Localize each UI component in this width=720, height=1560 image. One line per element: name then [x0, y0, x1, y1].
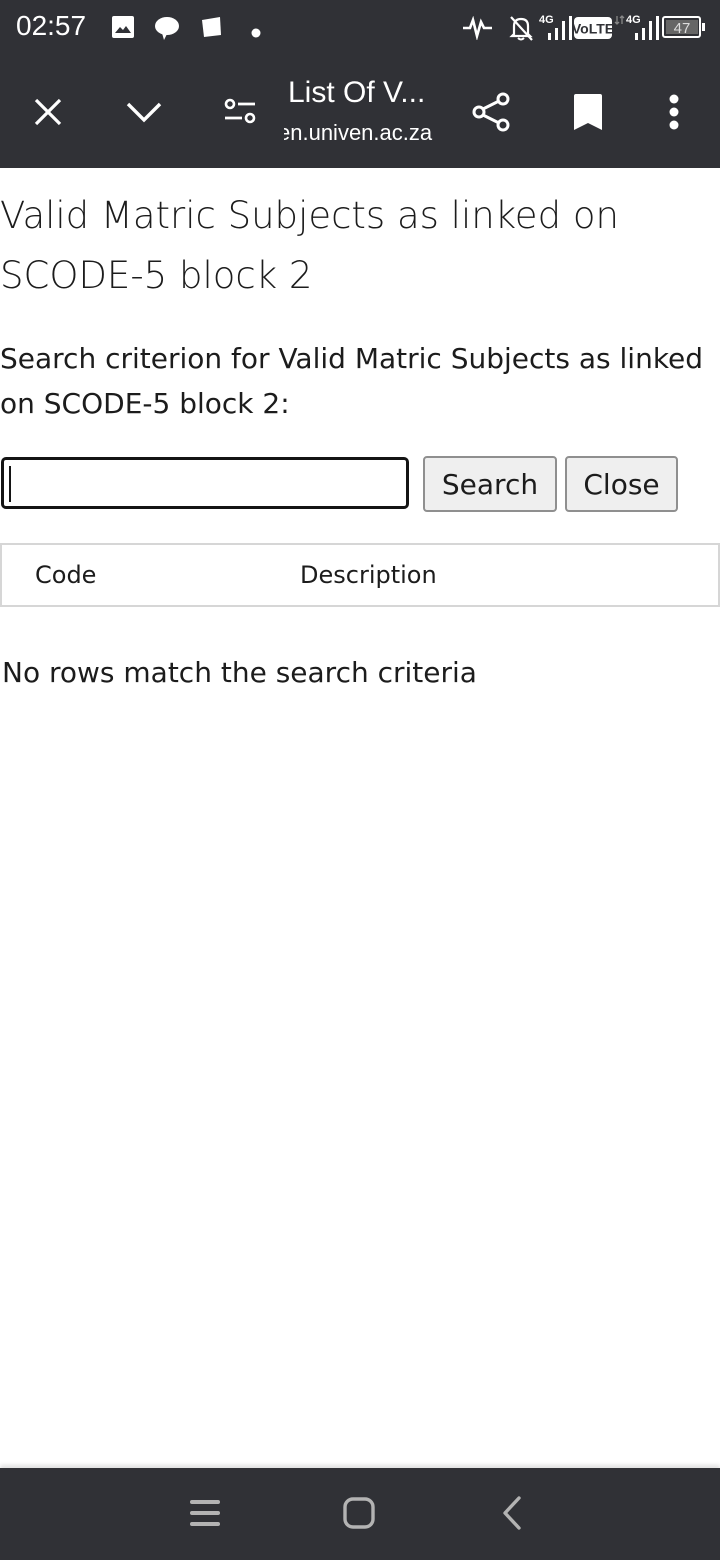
site-settings-button[interactable]	[212, 84, 268, 140]
volte-icon: VoLTE	[572, 17, 614, 43]
site-settings-icon	[224, 98, 256, 124]
search-input[interactable]	[1, 457, 409, 509]
results-table: Code Description	[0, 543, 720, 607]
svg-text:4G: 4G	[626, 14, 641, 26]
dot-icon	[251, 23, 261, 42]
svg-text:4G: 4G	[539, 14, 554, 26]
minimize-button[interactable]	[116, 84, 172, 140]
share-icon	[472, 92, 510, 132]
recents-button[interactable]	[175, 1488, 235, 1538]
back-button[interactable]	[482, 1488, 542, 1538]
recents-icon	[190, 1500, 220, 1526]
activity-icon	[462, 15, 494, 44]
home-button[interactable]	[329, 1488, 389, 1538]
bookmark-icon	[574, 94, 602, 130]
battery-icon: 47	[662, 16, 706, 42]
navigation-bar	[0, 1468, 720, 1560]
notes-icon	[199, 15, 223, 43]
status-bar: 02:57 4G VoLTE 4G 47	[0, 0, 720, 56]
page-title-bar[interactable]: List Of V...	[288, 76, 425, 110]
close-tab-button[interactable]	[20, 84, 76, 140]
svg-text:47: 47	[674, 20, 691, 37]
search-criterion-label: Search criterion for Valid Matric Subjec…	[0, 342, 704, 420]
svg-text:VoLTE: VoLTE	[574, 21, 612, 37]
more-vert-icon	[669, 94, 679, 130]
signal-4g-icon: 4G	[539, 12, 573, 46]
signal-4g-icon: 4G	[614, 12, 660, 46]
chevron-down-icon	[126, 102, 162, 123]
home-icon	[343, 1497, 375, 1529]
browser-toolbar: List Of V... en.univen.ac.za	[0, 56, 720, 168]
bookmark-button[interactable]	[560, 84, 616, 140]
gallery-icon	[111, 15, 135, 43]
search-button[interactable]: Search	[423, 456, 557, 512]
close-icon	[34, 98, 62, 126]
page-heading: Valid Matric Subjects as linked on SCODE…	[0, 194, 619, 297]
more-options-button[interactable]	[646, 84, 702, 140]
share-button[interactable]	[463, 84, 519, 140]
clock: 02:57	[16, 10, 87, 41]
column-header-code: Code	[35, 561, 97, 589]
close-button[interactable]: Close	[565, 456, 678, 512]
chat-bubble-icon	[154, 15, 180, 45]
page-url[interactable]: en.univen.ac.za	[284, 120, 444, 146]
back-icon	[503, 1496, 521, 1530]
column-header-description: Description	[300, 561, 437, 589]
bell-off-icon	[508, 14, 534, 46]
text-cursor	[9, 466, 11, 502]
empty-results-message: No rows match the search criteria	[2, 656, 477, 689]
